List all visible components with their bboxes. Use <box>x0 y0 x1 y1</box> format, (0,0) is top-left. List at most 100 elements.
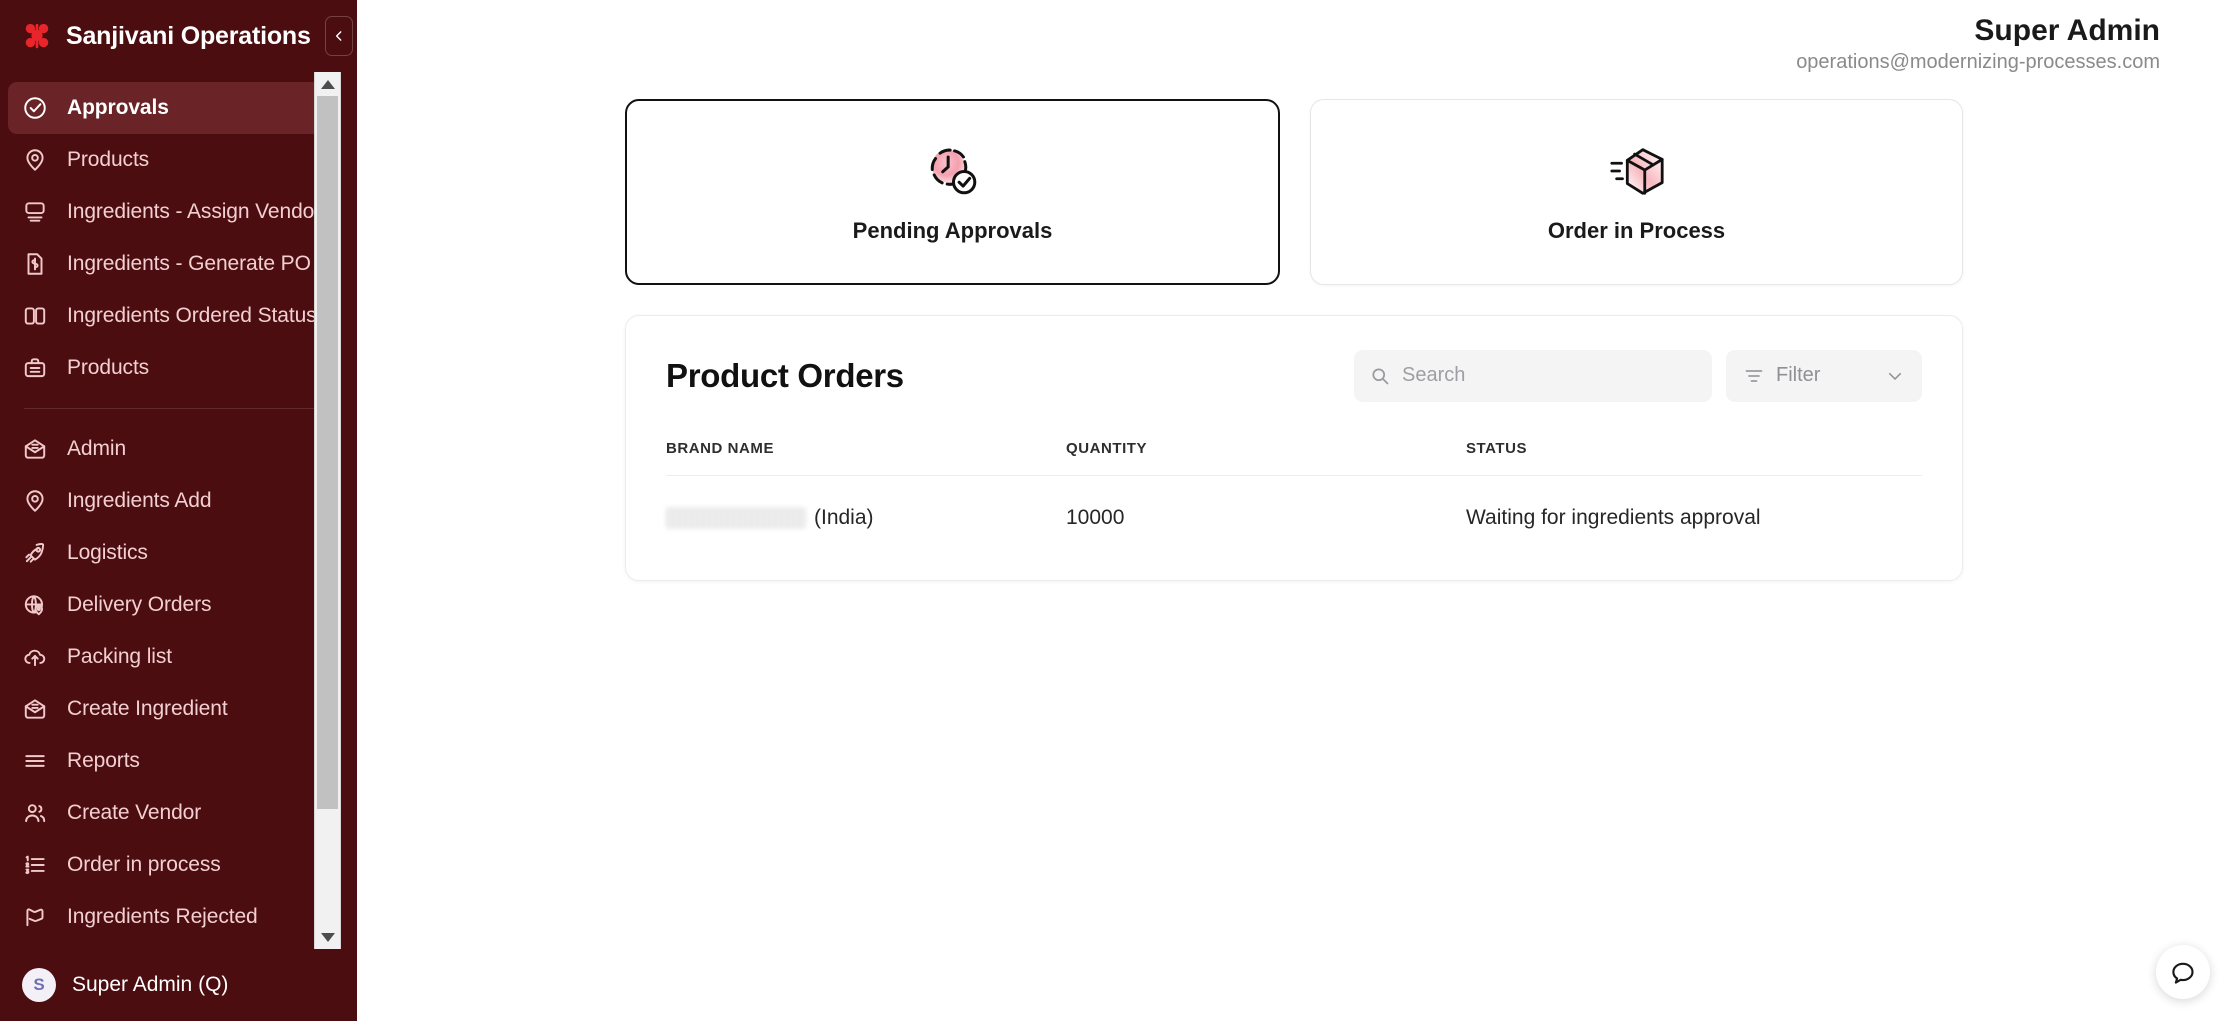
sidebar-item-label: Create Ingredient <box>67 697 228 721</box>
sidebar-item-label: Products <box>67 356 149 380</box>
sidebar-brand-title: Sanjivani Operations <box>66 22 311 51</box>
redacted-brand-name <box>666 507 806 529</box>
sidebar-item-admin[interactable]: Admin <box>8 423 332 475</box>
cell-quantity: 10000 <box>1066 475 1466 536</box>
brand-suffix: (India) <box>814 506 874 530</box>
list-lines-icon <box>22 748 48 774</box>
search-input[interactable] <box>1402 364 1696 387</box>
chevron-down-icon <box>1886 367 1904 385</box>
column-header-status: STATUS <box>1466 440 1922 476</box>
page-title: Product Orders <box>666 357 1354 395</box>
sidebar-scrollbar[interactable] <box>314 72 341 949</box>
cell-brand-name: (India) <box>666 475 1066 536</box>
sidebar-item-reports[interactable]: Reports <box>8 735 332 787</box>
cloud-upload-icon <box>22 644 48 670</box>
sidebar-item-create-ingredient[interactable]: Create Ingredient <box>8 683 332 735</box>
chat-support-button[interactable] <box>2156 945 2210 999</box>
sidebar-item-products[interactable]: Products <box>8 342 332 394</box>
briefcase-icon <box>22 355 48 381</box>
sidebar-item-ingredients-rejected[interactable]: Ingredients Rejected <box>8 891 332 943</box>
main-content: Super Admin operations@modernizing-proce… <box>357 0 2232 1021</box>
sidebar-item-label: Packing list <box>67 645 172 669</box>
filter-label: Filter <box>1776 364 1874 387</box>
sidebar-item-packing-list[interactable]: Packing list <box>8 631 332 683</box>
table-header-row: BRAND NAME QUANTITY STATUS <box>666 440 1922 476</box>
scrollbar-track[interactable] <box>315 96 340 925</box>
triangle-up-icon <box>321 80 335 89</box>
sidebar-item-label: Order in process <box>67 853 221 877</box>
flag-icon <box>22 904 48 930</box>
sidebar-user-footer[interactable]: S Super Admin (Q) <box>0 949 357 1021</box>
sidebar-scroll-region: Approvals Products Ingredients - Assign Ve… <box>0 72 357 949</box>
triangle-down-icon <box>321 933 335 942</box>
chevron-left-icon <box>332 29 346 43</box>
scrollbar-up-button[interactable] <box>315 72 340 96</box>
filter-icon <box>1744 366 1764 386</box>
sidebar-item-label: Ingredients Rejected <box>67 905 258 929</box>
sidebar-item-delivery-orders[interactable]: Delivery Orders <box>8 579 332 631</box>
sidebar-item-approvals[interactable]: Approvals <box>8 82 332 134</box>
check-circle-icon <box>22 95 48 121</box>
product-orders-panel: Product Orders Filter <box>625 315 1963 581</box>
inbox-icon <box>22 696 48 722</box>
invoice-icon <box>22 251 48 277</box>
globe-pin-icon <box>22 592 48 618</box>
sidebar-item-create-vendor[interactable]: Create Vendor <box>8 787 332 839</box>
sidebar-nav: Approvals Products Ingredients - Assign Ve… <box>0 72 340 949</box>
sidebar-divider <box>24 408 316 409</box>
avatar: S <box>22 968 56 1002</box>
sidebar-item-label: Ingredients Add <box>67 489 211 513</box>
sidebar: Sanjivani Operations Approvals Products In… <box>0 0 357 1021</box>
ordered-list-icon <box>22 852 48 878</box>
clock-check-icon <box>922 140 984 202</box>
scrollbar-down-button[interactable] <box>315 925 340 949</box>
sidebar-item-label: Products <box>67 148 149 172</box>
sidebar-header: Sanjivani Operations <box>0 0 357 72</box>
table-body: (India) 10000 Waiting for ingredients ap… <box>666 475 1922 536</box>
monitor-icon <box>22 199 48 225</box>
header-user-name: Super Admin <box>357 14 2160 48</box>
inbox-icon <box>22 436 48 462</box>
sidebar-item-ingredients-generate-po[interactable]: Ingredients - Generate PO <box>8 238 332 290</box>
sidebar-item-label: Create Vendor <box>67 801 201 825</box>
sidebar-collapse-button[interactable] <box>325 16 353 56</box>
column-header-quantity: QUANTITY <box>1066 440 1466 476</box>
sidebar-item-label: Approvals <box>67 96 169 120</box>
flower-cluster-logo <box>22 21 52 51</box>
users-icon <box>22 800 48 826</box>
sidebar-item-label: Ingredients - Generate PO <box>67 252 311 276</box>
card-order-in-process[interactable]: Order in Process <box>1310 99 1963 285</box>
top-user-bar: Super Admin operations@modernizing-proce… <box>357 0 2232 75</box>
sidebar-item-logistics[interactable]: Logistics <box>8 527 332 579</box>
sidebar-item-ingredients-ordered-status[interactable]: Ingredients Ordered Status <box>8 290 332 342</box>
sidebar-item-label: Ingredients - Assign Vendor <box>67 200 321 224</box>
sidebar-item-label: Ingredients Ordered Status <box>67 304 317 328</box>
sidebar-item-label: Delivery Orders <box>67 593 211 617</box>
sidebar-item-ingredients-add[interactable]: Ingredients Add <box>8 475 332 527</box>
card-pending-approvals[interactable]: Pending Approvals <box>625 99 1280 285</box>
card-label: Order in Process <box>1548 218 1725 244</box>
header-user-email: operations@modernizing-processes.com <box>357 50 2160 75</box>
package-moving-icon <box>1606 140 1668 202</box>
summary-cards-row: Pending Approvals <box>625 99 1963 285</box>
sidebar-item-label: Logistics <box>67 541 148 565</box>
column-header-brand-name: BRAND NAME <box>666 440 1066 476</box>
filter-button[interactable]: Filter <box>1726 350 1922 402</box>
search-box[interactable] <box>1354 350 1712 402</box>
scrollbar-thumb[interactable] <box>317 96 338 809</box>
book-open-icon <box>22 303 48 329</box>
search-icon <box>1370 366 1390 386</box>
chat-bubble-icon <box>2170 959 2197 986</box>
rocket-icon <box>22 540 48 566</box>
map-pin-icon <box>22 488 48 514</box>
sidebar-user-label: Super Admin (Q) <box>72 973 228 997</box>
sidebar-item-label: Admin <box>67 437 126 461</box>
panel-header: Product Orders Filter <box>666 350 1922 402</box>
table-row[interactable]: (India) 10000 Waiting for ingredients ap… <box>666 475 1922 536</box>
sidebar-item-label: Reports <box>67 749 140 773</box>
map-pin-icon <box>22 147 48 173</box>
sidebar-item-ingredients-assign-vendor[interactable]: Ingredients - Assign Vendor <box>8 186 332 238</box>
app-root: Sanjivani Operations Approvals Products In… <box>0 0 2232 1021</box>
sidebar-item-products[interactable]: Products <box>8 134 332 186</box>
sidebar-item-order-in-process[interactable]: Order in process <box>8 839 332 891</box>
